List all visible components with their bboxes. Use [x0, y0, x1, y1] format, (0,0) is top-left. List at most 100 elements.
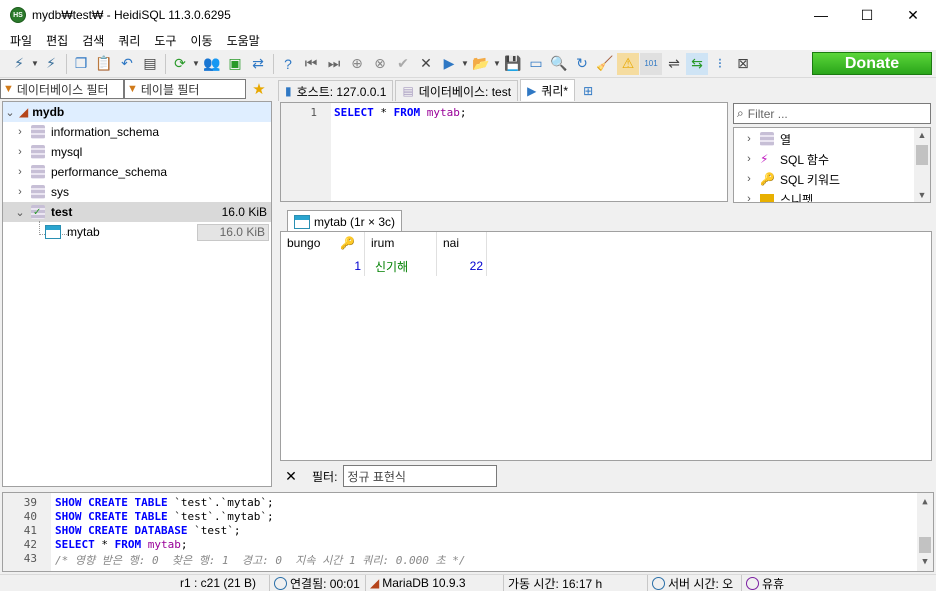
clean-icon[interactable]: 🧹: [594, 53, 616, 75]
replace-icon[interactable]: ↻: [571, 53, 593, 75]
donate-button[interactable]: Donate: [812, 52, 932, 75]
warning-icon[interactable]: ⚠: [617, 52, 639, 75]
explain-icon[interactable]: ⁝: [709, 53, 731, 75]
connect-icon[interactable]: ⚡: [8, 53, 30, 75]
favorites-star-icon[interactable]: ★: [246, 79, 272, 99]
binary-icon[interactable]: 101: [640, 52, 662, 75]
chevron-down-icon[interactable]: ▼: [493, 59, 502, 68]
table-cell[interactable]: 신기해: [375, 256, 435, 276]
disconnect-icon[interactable]: ⚡: [40, 53, 62, 75]
chevron-up-icon[interactable]: ▲: [917, 497, 933, 507]
helper-list[interactable]: › 열 › ⚡ SQL 함수 › 🔑 SQL 키워드 › 스니펫 ▲ ▼: [733, 127, 931, 203]
chevron-down-icon[interactable]: ⌄: [13, 206, 27, 219]
menu-search[interactable]: 검색: [75, 32, 111, 49]
last-record-icon[interactable]: ⏭: [323, 53, 345, 75]
run-query-icon[interactable]: ▶: [438, 53, 460, 75]
undo-icon[interactable]: ↶: [116, 53, 138, 75]
column-header-bungo[interactable]: bungo 🔑: [281, 232, 365, 254]
user-manager-icon[interactable]: 👥: [201, 53, 223, 75]
maximize-button[interactable]: ☐: [844, 0, 890, 30]
helper-item-snippets[interactable]: › 스니펫: [734, 189, 813, 202]
helper-item-sql-keywords[interactable]: › 🔑 SQL 키워드: [734, 169, 840, 189]
result-grid[interactable]: bungo 🔑 irum nai 1 신기해 22: [280, 231, 932, 461]
helper-scrollbar[interactable]: ▲ ▼: [914, 128, 930, 202]
cancel-record-icon[interactable]: ✕: [415, 53, 437, 75]
tab-database[interactable]: ▤ 데이터베이스: test: [395, 80, 519, 101]
sql-log[interactable]: 39 40 41 42 43 SHOW CREATE TABLE `test`.…: [2, 492, 934, 572]
helper-item-sql-functions[interactable]: › ⚡ SQL 함수: [734, 149, 829, 169]
stop-icon[interactable]: ⊠: [732, 53, 754, 75]
tree-item-mytab[interactable]: mytab 16.0 KiB: [3, 221, 271, 242]
tab-host[interactable]: ▮ 호스트: 127.0.0.1: [278, 80, 394, 101]
scrollbar-thumb[interactable]: [919, 537, 931, 553]
menu-query[interactable]: 쿼리: [111, 32, 147, 49]
refresh-icon[interactable]: ⟳: [169, 53, 191, 75]
tab-query[interactable]: ▶ 쿼리*: [520, 79, 576, 101]
table-cell[interactable]: 1: [281, 256, 361, 276]
menu-go-to[interactable]: 이동: [183, 32, 219, 49]
help-icon[interactable]: ?: [277, 53, 299, 75]
auto-refresh-icon[interactable]: ⇆: [686, 52, 708, 75]
first-record-icon[interactable]: ⏮: [300, 53, 322, 75]
chevron-right-icon[interactable]: ›: [13, 166, 27, 178]
helper-item-label: 열: [780, 132, 792, 147]
chevron-down-icon[interactable]: ▼: [461, 59, 470, 68]
heidisql-app-icon[interactable]: HS: [10, 7, 26, 23]
chevron-down-icon[interactable]: ▼: [917, 557, 933, 567]
filter-input[interactable]: 정규 표현식: [343, 465, 498, 487]
chevron-right-icon[interactable]: ›: [742, 173, 756, 185]
tree-item-test[interactable]: ⌄ ✓ test 16.0 KiB: [3, 202, 271, 222]
print-icon[interactable]: ▤: [139, 53, 161, 75]
scrollbar-thumb[interactable]: [916, 145, 928, 165]
new-query-tab-button[interactable]: ⊞: [577, 80, 599, 101]
tree-item-mysql[interactable]: › mysql: [3, 142, 271, 162]
chevron-right-icon[interactable]: ›: [13, 186, 27, 198]
add-record-icon[interactable]: ⊕: [346, 53, 368, 75]
column-header-irum[interactable]: irum: [365, 232, 437, 254]
column-header-nai[interactable]: nai: [437, 232, 487, 254]
save-icon[interactable]: 💾: [502, 53, 524, 75]
menu-file[interactable]: 파일: [0, 32, 39, 49]
database-filter-input[interactable]: ▼ 데이터베이스 필터: [0, 79, 124, 99]
key-icon: 🔑: [760, 172, 775, 186]
helper-item-columns[interactable]: › 열: [734, 129, 791, 149]
chevron-right-icon[interactable]: ›: [742, 133, 756, 145]
chevron-down-icon[interactable]: ▼: [914, 190, 930, 200]
close-filter-icon[interactable]: ✕: [282, 468, 300, 485]
chevron-right-icon[interactable]: ›: [742, 153, 756, 165]
paste-icon[interactable]: 📋: [93, 53, 115, 75]
export-icon[interactable]: ▣: [224, 53, 246, 75]
chevron-right-icon[interactable]: ›: [13, 146, 27, 158]
find-icon[interactable]: 🔍: [548, 53, 570, 75]
open-folder-icon[interactable]: 📂: [470, 53, 492, 75]
tree-item-information-schema[interactable]: › information_schema: [3, 122, 271, 142]
database-tree[interactable]: ⌄ ◢ mydb › information_schema › mysql › …: [2, 101, 272, 487]
close-button[interactable]: ✕: [890, 0, 936, 30]
table-filter-input[interactable]: ▼ 테이블 필터: [124, 79, 246, 99]
tree-item-sys[interactable]: › sys: [3, 182, 271, 202]
copy-icon[interactable]: ❐: [70, 53, 92, 75]
import-icon[interactable]: ⇄: [247, 53, 269, 75]
menu-tools[interactable]: 도구: [147, 32, 183, 49]
query-editor[interactable]: 1 SELECT * FROM mytab;: [280, 102, 728, 202]
chevron-right-icon[interactable]: ›: [742, 193, 756, 202]
table-cell[interactable]: 22: [437, 256, 483, 276]
tree-root-mydb[interactable]: ⌄ ◢ mydb: [3, 102, 271, 122]
chevron-down-icon[interactable]: ▼: [31, 59, 40, 68]
chevron-down-icon[interactable]: ⌄: [3, 106, 17, 119]
post-record-icon[interactable]: ✔: [392, 53, 414, 75]
menu-edit[interactable]: 편집: [39, 32, 75, 49]
chevron-up-icon[interactable]: ▲: [914, 130, 930, 140]
log-scrollbar[interactable]: ▲ ▼: [917, 493, 933, 571]
minimize-button[interactable]: —: [798, 0, 844, 30]
tree-item-performance-schema[interactable]: › performance_schema: [3, 162, 271, 182]
save-snippet-icon[interactable]: ▭: [525, 53, 547, 75]
result-tab[interactable]: mytab (1r × 3c): [287, 210, 403, 232]
helper-filter-input[interactable]: ⌕ Filter ...: [733, 103, 931, 124]
wrap-icon[interactable]: ⇌: [663, 53, 685, 75]
chevron-right-icon[interactable]: ›: [13, 126, 27, 138]
menu-help[interactable]: 도움말: [220, 32, 267, 49]
chevron-down-icon[interactable]: ▼: [192, 59, 201, 68]
delete-record-icon[interactable]: ⊗: [369, 53, 391, 75]
